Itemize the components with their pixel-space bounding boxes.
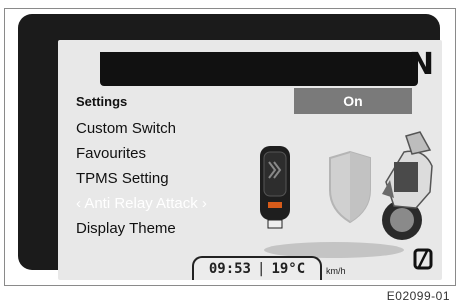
motorcycle-icon [382, 131, 433, 240]
top-status-bar [100, 52, 418, 86]
settings-menu: Settings Custom Switch Favourites TPMS S… [76, 92, 276, 241]
tft-display: N Settings Custom Switch Favourites TPMS… [58, 40, 442, 280]
menu-item-display-theme[interactable]: Display Theme [76, 216, 276, 241]
menu-item-tpms-setting[interactable]: TPMS Setting [76, 166, 276, 191]
shield-icon [329, 150, 371, 224]
menu-item-anti-relay-attack[interactable]: ‹ Anti Relay Attack › [76, 191, 276, 216]
menu-item-favourites[interactable]: Favourites [76, 141, 276, 166]
menu-title: Settings [76, 94, 128, 109]
clock-time: 09:53 [208, 261, 251, 277]
menu-item-custom-switch[interactable]: Custom Switch [76, 116, 276, 141]
anti-relay-illustration [260, 131, 433, 258]
key-fob-icon [260, 146, 290, 229]
status-separator: | [257, 261, 266, 277]
gear-indicator: N [408, 47, 434, 82]
time-temperature-bar: 09:53 | 19°C [192, 256, 322, 280]
dashboard-bezel: N Settings Custom Switch Favourites TPMS… [18, 14, 442, 280]
outside-temperature: 19°C [271, 261, 306, 277]
crossed-zero-icon [413, 248, 433, 270]
setting-value-box[interactable]: On [294, 88, 412, 114]
speed-unit-label: km/h [326, 266, 346, 276]
figure-reference-code: E02099-01 [386, 289, 450, 303]
